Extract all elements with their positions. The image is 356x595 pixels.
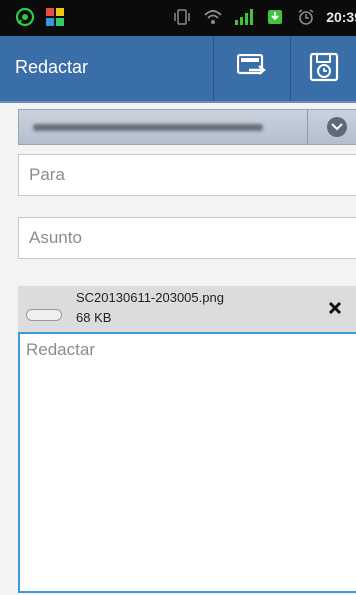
- account-spinner[interactable]: [18, 109, 356, 145]
- attachment-item: SC20130611-203005.png 68 KB: [18, 286, 356, 332]
- signal-icon: [233, 6, 255, 28]
- attachment-size: 68 KB: [76, 310, 112, 325]
- whatsapp-icon: [14, 6, 36, 28]
- send-icon: [236, 53, 267, 84]
- save-draft-icon: [309, 52, 339, 86]
- save-draft-button[interactable]: [291, 36, 356, 101]
- page-title: Redactar: [15, 57, 89, 77]
- alarm-icon: [295, 6, 317, 28]
- body-field[interactable]: [20, 334, 356, 591]
- body-field-container: [18, 332, 356, 593]
- download-icon: [264, 6, 286, 28]
- account-dropdown-button[interactable]: [307, 110, 356, 144]
- wifi-icon: [202, 6, 224, 28]
- send-button[interactable]: [214, 36, 290, 101]
- to-field[interactable]: [19, 155, 356, 195]
- chevron-down-icon: [326, 117, 347, 137]
- attachment-icon: [26, 309, 62, 321]
- to-field-container: [18, 154, 356, 196]
- app-grid-icon: [44, 6, 66, 28]
- status-time: 20:39: [326, 9, 356, 25]
- vibrate-icon: [171, 6, 193, 28]
- attachment-name: SC20130611-203005.png: [76, 290, 224, 305]
- remove-attachment-button[interactable]: [321, 295, 349, 323]
- subject-field[interactable]: [19, 218, 356, 258]
- account-address-redacted: [33, 124, 263, 131]
- action-bar-shadow: [0, 101, 356, 103]
- status-bar: 20:39: [0, 0, 356, 36]
- subject-field-container: [18, 217, 356, 259]
- action-bar: Redactar: [0, 36, 356, 101]
- close-icon: [328, 300, 342, 319]
